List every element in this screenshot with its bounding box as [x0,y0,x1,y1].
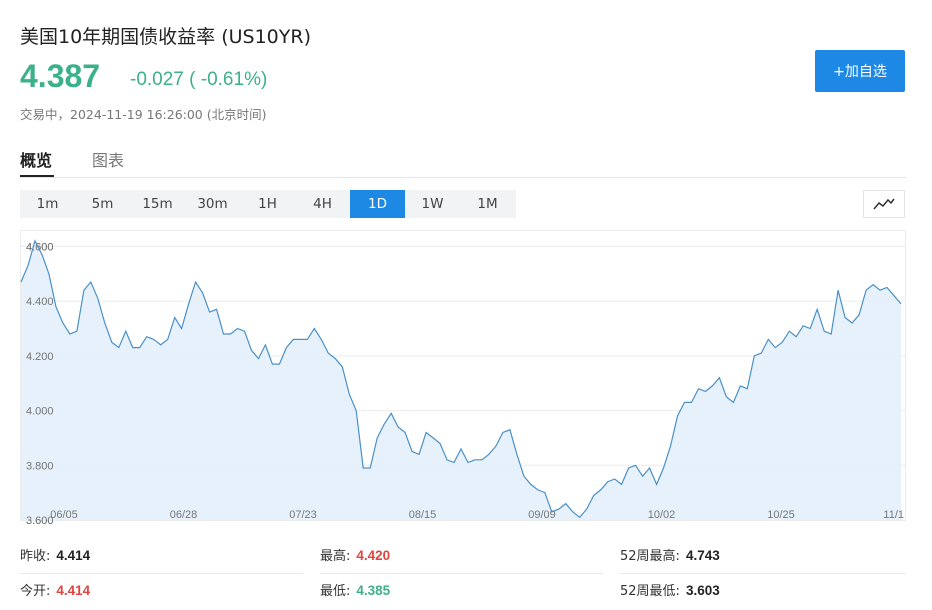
stat-high: 最高: 4.420 [320,545,390,564]
period-30m[interactable]: 30m [185,190,240,218]
y-tick-label: 4.000 [26,406,54,418]
x-tick-label: 10/02 [648,509,676,521]
period-4h[interactable]: 4H [295,190,350,218]
stats-row-2: 今开: 4.414 最低: 4.385 52周最低: 3.603 [20,580,906,610]
stat-label: 最低: [320,584,351,599]
y-tick-label: 4.400 [26,296,54,308]
stat-value: 4.414 [56,583,91,598]
y-tick-label: 3.800 [26,460,54,472]
x-tick-label: 09/09 [528,509,556,521]
stat-label: 昨收: [20,549,51,564]
price-change: -0.027 ( -0.61%) [130,69,268,90]
period-15m[interactable]: 15m [130,190,185,218]
yield-chart: 3.6003.8004.0004.2004.4004.6003.6003.800… [20,230,906,527]
y-tick-label: 4.600 [26,241,54,253]
stat-divider [620,573,906,574]
period-1w[interactable]: 1W [405,190,460,218]
x-tick-label: 08/15 [409,509,437,521]
x-tick-label: 06/28 [170,509,198,521]
period-1d[interactable]: 1D [350,190,405,218]
stat-low: 最低: 4.385 [320,580,390,599]
stat-value: 4.385 [356,583,391,598]
stat-value: 3.603 [685,583,720,598]
stat-52w-high: 52周最高: 4.743 [620,545,720,564]
chart-type-button[interactable] [863,190,905,218]
period-selector: 1m 5m 15m 30m 1H 4H 1D 1W 1M [20,190,516,218]
stat-label: 今开: [20,584,51,599]
period-1mo[interactable]: 1M [460,190,515,218]
tab-chart[interactable]: 图表 [92,147,124,171]
tabs-divider [20,177,906,178]
x-tick-label: 11/1 [883,509,904,521]
trading-status: 交易中，2024-11-19 16:26:00 (北京时间) [20,107,267,122]
x-tick-label: 07/23 [289,509,317,521]
stat-value: 4.743 [685,548,720,563]
stat-open: 今开: 4.414 [20,580,90,599]
stat-divider [320,573,603,574]
current-price: 4.387 [20,58,101,94]
period-5m[interactable]: 5m [75,190,130,218]
add-to-watchlist-button[interactable]: +加自选 [815,50,905,92]
stat-52w-low: 52周最低: 3.603 [620,580,720,599]
y-tick-label: 4.200 [26,351,54,363]
period-1h[interactable]: 1H [240,190,295,218]
stat-label: 52周最低: [620,584,680,599]
x-tick-label: 10/25 [767,509,795,521]
stat-value: 4.420 [356,548,391,563]
stat-divider [20,573,303,574]
page-title: 美国10年期国债收益率 (US10YR) [20,26,311,48]
stat-label: 最高: [320,549,351,564]
x-tick-label: 06/05 [50,509,78,521]
tab-overview[interactable]: 概览 [20,147,52,171]
stat-prev-close: 昨收: 4.414 [20,545,90,564]
period-1m[interactable]: 1m [20,190,75,218]
line-chart-icon [873,198,895,210]
stats-row-1: 昨收: 4.414 最高: 4.420 52周最高: 4.743 [20,545,906,575]
stat-label: 52周最高: [620,549,680,564]
stat-value: 4.414 [56,548,91,563]
